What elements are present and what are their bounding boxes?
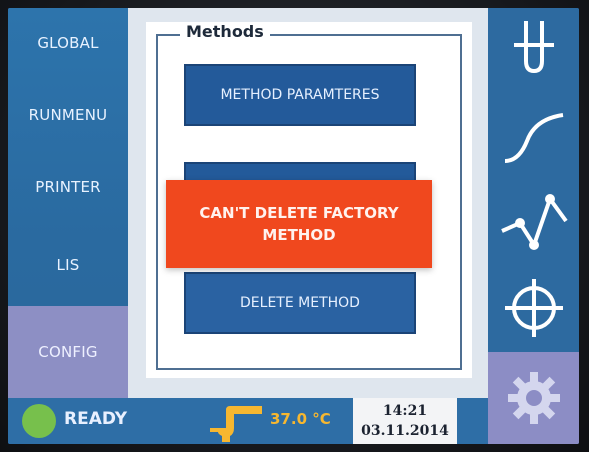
nav-item-global[interactable]: GLOBAL <box>8 8 128 78</box>
crosshair-button[interactable] <box>488 266 579 350</box>
date-value: 03.11.2014 <box>361 423 449 439</box>
nav-item-config[interactable]: CONFIG <box>8 306 128 398</box>
delete-method-button[interactable]: DELETE METHOD <box>184 272 416 334</box>
settings-button[interactable] <box>488 352 579 444</box>
nav-item-label: PRINTER <box>35 178 101 196</box>
temperature-value: 37.0 °C <box>270 410 331 428</box>
left-navigation: GLOBAL RUNMENU PRINTER LIS CONFIG <box>8 8 128 398</box>
gear-icon <box>507 372 560 424</box>
test-tube-button[interactable] <box>488 8 579 92</box>
ready-indicator-icon <box>22 404 56 438</box>
nav-item-runmenu[interactable]: RUNMENU <box>8 80 128 150</box>
nav-item-label: GLOBAL <box>37 34 99 52</box>
device-screen: GLOBAL RUNMENU PRINTER LIS CONFIG Method… <box>8 8 579 444</box>
methods-group-title: Methods <box>180 22 270 41</box>
nav-item-lis[interactable]: LIS <box>8 230 128 300</box>
nav-item-label: RUNMENU <box>28 106 108 124</box>
method-parameters-label: METHOD PARAMTERES <box>220 87 380 103</box>
nav-item-printer[interactable]: PRINTER <box>8 152 128 222</box>
error-alert: CAN'T DELETE FACTORY METHOD <box>166 180 432 268</box>
methods-content: Methods METHOD PARAMTERES DELETE METHOD … <box>128 8 488 398</box>
time-value: 14:21 <box>382 403 428 419</box>
test-tube-icon <box>513 21 554 74</box>
delete-method-label: DELETE METHOD <box>240 295 360 311</box>
nav-item-label: CONFIG <box>38 343 98 361</box>
alert-line-1: CAN'T DELETE FACTORY <box>199 204 399 222</box>
method-parameters-button[interactable]: METHOD PARAMTERES <box>184 64 416 126</box>
graph-button[interactable] <box>488 180 579 264</box>
curve-button[interactable] <box>488 94 579 178</box>
nav-item-label: LIS <box>56 256 80 274</box>
datetime-display: 14:21 03.11.2014 <box>353 398 457 444</box>
right-toolbar <box>488 8 579 444</box>
thermometer-icon <box>210 406 262 442</box>
curve-icon <box>504 113 563 163</box>
crosshair-icon <box>504 279 563 337</box>
ready-status-label: READY <box>64 409 128 429</box>
graph-icon <box>500 194 568 250</box>
status-bar: READY 37.0 °C 14:21 03.11.2014 <box>8 398 488 444</box>
alert-line-2: METHOD <box>262 226 336 244</box>
